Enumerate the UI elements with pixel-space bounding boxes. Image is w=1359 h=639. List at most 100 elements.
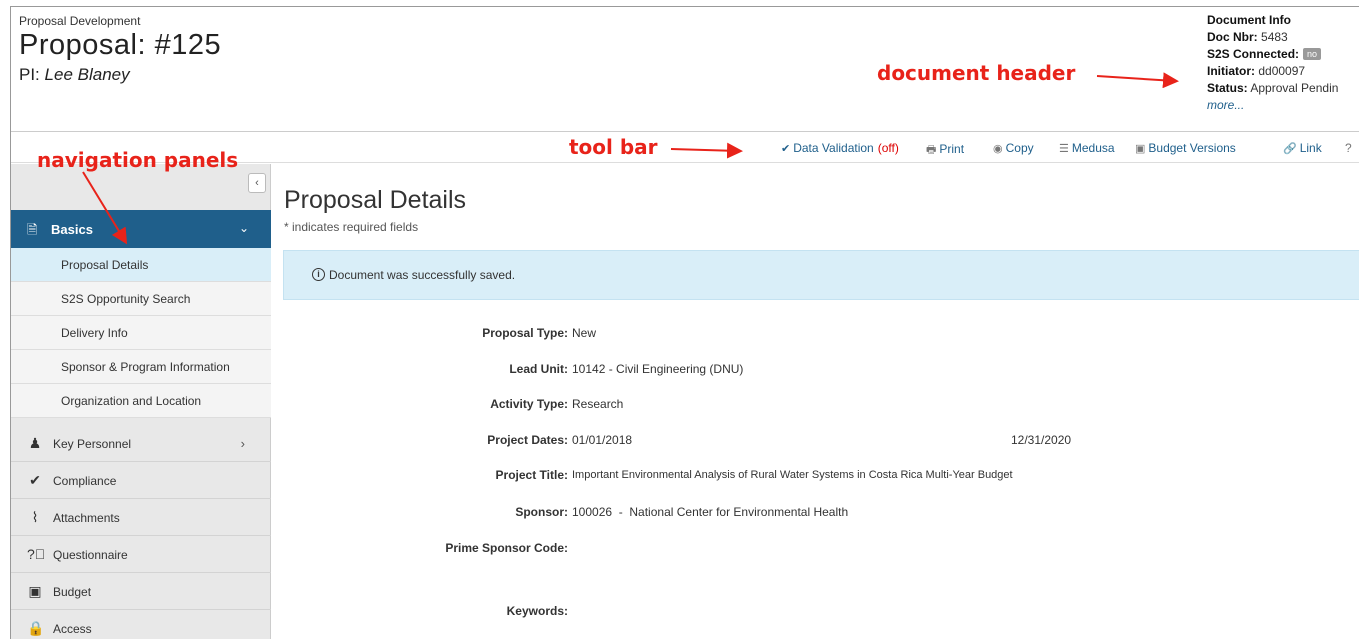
activity-type-label: Activity Type: — [490, 397, 568, 411]
copy-button[interactable]: ◉ Copy — [993, 141, 1034, 155]
help-icon[interactable]: ? — [1345, 141, 1352, 155]
link-icon: 🔗 — [1283, 143, 1297, 155]
initiator-label: Initiator: — [1207, 64, 1255, 78]
success-alert: i Document was successfully saved. — [283, 250, 1359, 300]
doc-nbr-row: Doc Nbr: 5483 — [1207, 29, 1338, 46]
navigation-panel: ‹ 🗎 Basics ⌄ Proposal Details S2S Opport… — [11, 164, 271, 639]
document-info-panel: Document Info Doc Nbr: 5483 S2S Connecte… — [1207, 12, 1338, 114]
sidebar-item-questionnaire[interactable]: ?⃝ Questionnaire — [11, 536, 271, 573]
budget-versions-button[interactable]: ▣ Budget Versions — [1135, 141, 1236, 155]
medusa-label: Medusa — [1071, 141, 1115, 155]
chevron-right-icon: › — [240, 436, 245, 451]
sub-item-label: Sponsor & Program Information — [61, 360, 230, 374]
sidebar-item-key-personnel[interactable]: ♟ Key Personnel › — [11, 425, 271, 462]
sub-item-label: Delivery Info — [61, 326, 128, 340]
lock-icon: 🔒 — [27, 620, 45, 636]
paperclip-icon: ⌇ — [31, 509, 39, 525]
eye-icon: ◉ — [993, 143, 1003, 155]
initiator-value: dd00097 — [1258, 64, 1306, 78]
annotation-tool-bar: tool bar — [569, 135, 658, 159]
document-header: Proposal Development Proposal: #125 PI: … — [11, 7, 1359, 132]
page-title: Proposal Details — [284, 186, 467, 214]
annotation-navigation-panels: navigation panels — [37, 148, 239, 172]
sidebar-item-label: Attachments — [53, 511, 120, 525]
check-icon: ✔ — [29, 472, 41, 488]
person-icon: ♟ — [28, 435, 42, 451]
sidebar-item-label: Key Personnel — [53, 437, 132, 451]
sponsor-value: 100026 - National Center for Environment… — [572, 505, 849, 519]
initiator-row: Initiator: dd00097 — [1207, 63, 1338, 80]
printer-icon: 🖶 — [926, 144, 937, 156]
sub-item-s2s-opportunity-search[interactable]: S2S Opportunity Search — [11, 282, 271, 316]
info-icon: i — [312, 268, 325, 281]
money-icon: ▣ — [1135, 143, 1146, 155]
prime-sponsor-code-label: Prime Sponsor Code: — [445, 541, 568, 555]
nav-section-basics[interactable]: 🗎 Basics ⌄ — [11, 210, 271, 248]
sub-item-proposal-details[interactable]: Proposal Details — [11, 248, 271, 282]
required-fields-note: * indicates required fields — [284, 220, 419, 234]
data-validation-button[interactable]: ✔ Data Validation (off) — [781, 141, 899, 155]
medusa-icon: ☰ — [1059, 143, 1069, 155]
check-icon: ✔ — [781, 143, 791, 155]
annotation-document-header: document header — [877, 61, 1076, 85]
sub-item-delivery-info[interactable]: Delivery Info — [11, 316, 271, 350]
project-end-date: 12/31/2020 — [1011, 433, 1072, 447]
data-validation-state: (off) — [877, 141, 899, 155]
pi-label: PI: — [19, 65, 40, 84]
print-label: Print — [939, 142, 965, 156]
project-title-value: Important Environmental Analysis of Rura… — [572, 469, 1013, 481]
status-label: Status: — [1207, 81, 1248, 95]
proposal-type-value: New — [572, 326, 597, 340]
pi-name: Lee Blaney — [44, 65, 130, 84]
main-content: Proposal Details * indicates required fi… — [272, 164, 1359, 639]
link-button[interactable]: 🔗 Link — [1283, 141, 1322, 155]
sub-item-label: S2S Opportunity Search — [61, 292, 191, 306]
project-dates-label: Project Dates: — [487, 433, 568, 447]
medusa-button[interactable]: ☰ Medusa — [1059, 141, 1115, 155]
document-info-heading: Document Info — [1207, 13, 1291, 27]
question-circle-icon: ?⃝ — [27, 546, 46, 562]
sidebar-item-budget[interactable]: ▣ Budget — [11, 573, 271, 610]
activity-type-value: Research — [572, 397, 624, 411]
status-value: Approval Pendin — [1250, 81, 1339, 95]
project-title-label: Project Title: — [495, 468, 568, 482]
sidebar-item-access[interactable]: 🔒 Access — [11, 610, 271, 639]
sub-item-sponsor-program-information[interactable]: Sponsor & Program Information — [11, 350, 271, 384]
s2s-row: S2S Connected: no — [1207, 46, 1338, 63]
sub-item-label: Organization and Location — [61, 394, 202, 408]
more-link[interactable]: more... — [1207, 97, 1338, 114]
sponsor-label: Sponsor: — [515, 505, 568, 519]
sidebar-item-label: Budget — [53, 585, 92, 599]
project-start-date: 01/01/2018 — [572, 433, 633, 447]
doc-nbr-label: Doc Nbr: — [1207, 30, 1258, 44]
document-title: Proposal: #125 — [19, 29, 222, 61]
breadcrumb: Proposal Development — [19, 14, 141, 28]
sidebar-item-compliance[interactable]: ✔ Compliance — [11, 462, 271, 499]
collapse-sidebar-button[interactable]: ‹ — [248, 173, 266, 193]
lead-unit-label: Lead Unit: — [509, 362, 568, 376]
app-window: Proposal Development Proposal: #125 PI: … — [10, 6, 1359, 639]
document-icon: 🗎 — [27, 222, 38, 237]
data-validation-label: Data Validation — [793, 141, 874, 155]
budget-versions-label: Budget Versions — [1148, 141, 1236, 155]
keywords-label: Keywords: — [506, 604, 568, 618]
alert-message: Document was successfully saved. — [329, 268, 516, 282]
sidebar-item-label: Compliance — [53, 474, 117, 488]
lead-unit-value: 10142 - Civil Engineering (DNU) — [572, 362, 744, 376]
sidebar-item-label: Access — [53, 622, 92, 636]
s2s-status-badge: no — [1303, 48, 1322, 60]
sidebar-item-attachments[interactable]: ⌇ Attachments — [11, 499, 271, 536]
nav-section-label: Basics — [51, 222, 93, 237]
copy-label: Copy — [1005, 141, 1034, 155]
proposal-type-label: Proposal Type: — [482, 326, 568, 340]
chevron-down-icon: ⌄ — [238, 221, 249, 235]
money-icon: ▣ — [28, 583, 42, 599]
sub-item-label: Proposal Details — [61, 258, 149, 272]
sidebar-item-label: Questionnaire — [53, 548, 128, 562]
sub-item-organization-location[interactable]: Organization and Location — [11, 384, 271, 418]
status-row: Status: Approval Pendin — [1207, 80, 1338, 97]
doc-nbr-value: 5483 — [1261, 30, 1288, 44]
s2s-label: S2S Connected: — [1207, 47, 1300, 61]
principal-investigator: PI: Lee Blaney — [19, 65, 130, 85]
print-button[interactable]: 🖶 Print — [926, 141, 964, 160]
